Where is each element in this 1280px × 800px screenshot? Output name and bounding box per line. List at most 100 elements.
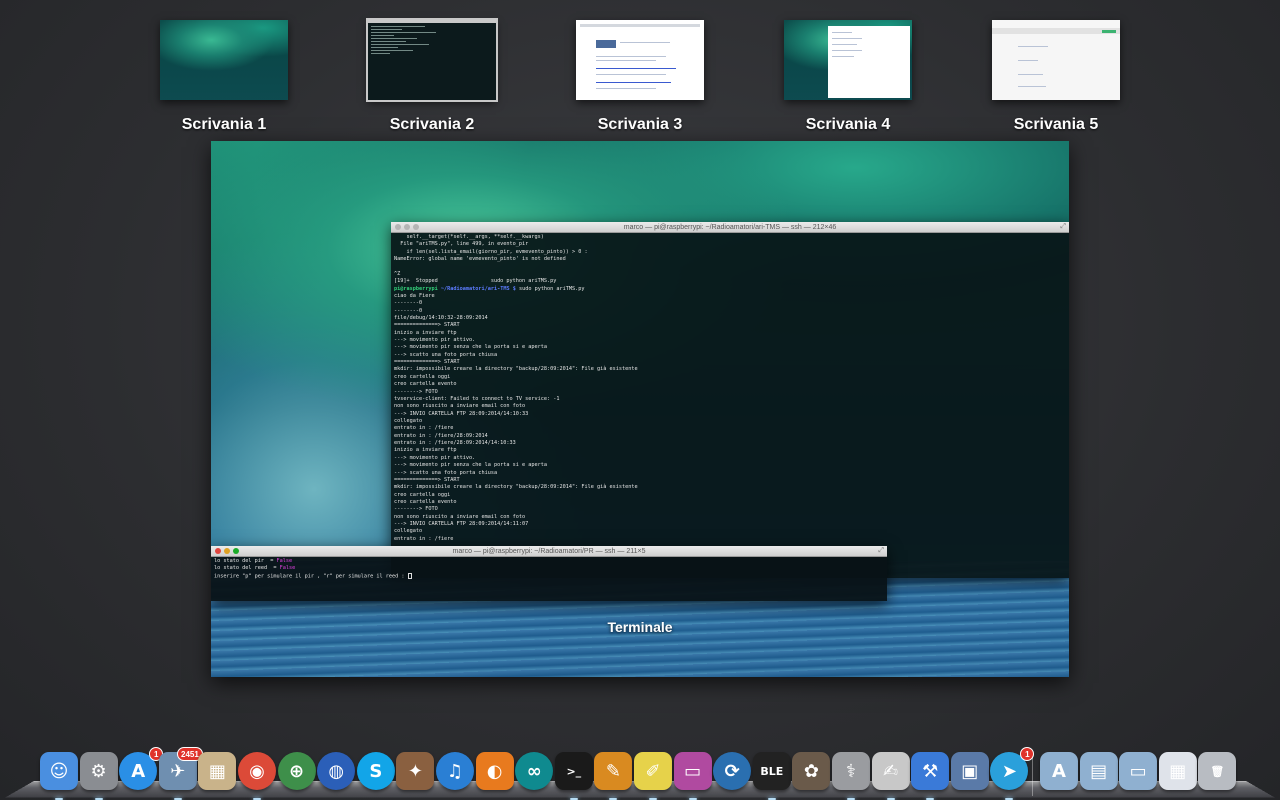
- terminal-output-main[interactable]: self.__target(*self.__args, **self.__kwa…: [391, 233, 1069, 578]
- mail-glyph: ✈: [170, 760, 186, 782]
- joystick-glyph: ✦: [407, 760, 423, 782]
- terminal-line: --------> FOTO: [394, 388, 438, 395]
- stickies-glyph: ✐: [645, 760, 661, 782]
- ble-glyph: BLE: [760, 764, 784, 778]
- terminal-line: inizio a inviare ftp: [394, 329, 457, 336]
- finder-icon[interactable]: ☺: [40, 752, 78, 790]
- applications-folder-glyph: A: [1052, 760, 1066, 782]
- app-store-icon[interactable]: A1: [119, 747, 164, 790]
- display-glyph: ▭: [684, 760, 702, 782]
- space-1[interactable]: Scrivania 1: [159, 20, 289, 134]
- preview-glyph: ▦: [208, 760, 226, 782]
- terminal-output-small[interactable]: lo stato del pir = False lo stato del re…: [211, 557, 887, 601]
- sync-icon[interactable]: ⟳: [713, 752, 752, 790]
- chrome-icon[interactable]: ◉: [238, 752, 276, 790]
- terminal-titlebar-small[interactable]: marco — pi@raspberrypi: ~/Radioamatori/P…: [211, 546, 887, 557]
- space-1-thumbnail[interactable]: [160, 20, 288, 100]
- space-4-label: Scrivania 4: [805, 116, 891, 133]
- terminal-line: creo cartella evento: [394, 498, 457, 505]
- applications-folder-icon[interactable]: A: [1040, 752, 1078, 790]
- downloads-folder-icon[interactable]: ▭: [1119, 752, 1158, 790]
- disk-utility-glyph: ⚕: [846, 760, 856, 782]
- space-5[interactable]: Scrivania 5: [991, 20, 1121, 134]
- terminal-titlebar-main[interactable]: marco — pi@raspberrypi: ~/Radioamatori/a…: [391, 222, 1069, 233]
- script-editor-icon[interactable]: ✍: [871, 752, 910, 790]
- terminal-line: ==============> START: [394, 322, 460, 329]
- window-label: Terminale: [607, 619, 673, 635]
- arduino-glyph: ∞: [526, 760, 542, 782]
- documents-folder-icon[interactable]: ▤: [1079, 752, 1118, 790]
- documents-folder-glyph: ▤: [1090, 760, 1108, 782]
- space-3-label: Scrivania 3: [597, 116, 683, 133]
- disk-utility-icon[interactable]: ⚕: [832, 752, 870, 790]
- fullscreen-icon[interactable]: ⤢: [1060, 223, 1066, 231]
- gimp-icon[interactable]: ✿: [792, 752, 831, 790]
- terminal-title-small: marco — pi@raspberrypi: ~/Radioamatori/P…: [452, 548, 646, 555]
- terminal-line: lo stato del reed = False: [214, 565, 296, 572]
- terminal-line: tvservice-client: Failed to connect to T…: [394, 395, 560, 402]
- terminal-glyph: >_: [566, 764, 582, 778]
- terminal-line: creo cartella oggi: [394, 491, 451, 498]
- arduino-icon[interactable]: ∞: [515, 752, 554, 790]
- screenshot-stack-icon[interactable]: ▦: [1158, 752, 1197, 790]
- space-2[interactable]: Scrivania 2: [366, 18, 498, 134]
- ble-icon[interactable]: BLE: [752, 752, 791, 790]
- globe-glyph: ⊕: [289, 760, 305, 782]
- terminal-line: --------> FOTO: [394, 506, 438, 513]
- terminal-line: entrato in : /fiere: [394, 535, 454, 542]
- xcode-icon[interactable]: ⚒: [911, 752, 950, 790]
- itunes-icon[interactable]: ♫: [436, 752, 474, 790]
- blender-glyph: ◐: [486, 760, 503, 782]
- terminal-line: NameError: global name 'evmevento_pinto'…: [394, 256, 566, 263]
- desktop-preview: marco — pi@raspberrypi: ~/Radioamatori/a…: [211, 141, 1069, 677]
- terminal-line: self.__target(*self.__args, **self.__kwa…: [394, 234, 544, 240]
- globe-icon[interactable]: ⊕: [277, 752, 316, 790]
- terminal-line: ---> movimento pir attivo.: [394, 454, 476, 461]
- joystick-icon[interactable]: ✦: [396, 752, 435, 790]
- terminal-icon[interactable]: >_: [554, 752, 593, 790]
- system-preferences-icon[interactable]: ⚙: [79, 752, 118, 790]
- space-4-thumbnail[interactable]: [784, 20, 912, 100]
- blender-icon[interactable]: ◐: [475, 752, 514, 790]
- display-icon[interactable]: ▭: [673, 752, 712, 790]
- preview-icon[interactable]: ▦: [198, 752, 237, 790]
- fullscreen-icon[interactable]: ⤢: [878, 547, 884, 555]
- terminal-line: ---> movimento pir senza che la porta si…: [394, 462, 548, 469]
- terminal-line: mkdir: impossibile creare la directory "…: [394, 484, 638, 491]
- terminal-line: collegato: [394, 417, 423, 424]
- skype-icon[interactable]: S: [356, 752, 395, 790]
- terminal-line: file/debug/14:10:32-28:09:2014: [394, 314, 488, 321]
- sync-glyph: ⟳: [724, 760, 740, 782]
- space-3[interactable]: Scrivania 3: [575, 20, 705, 134]
- itunes-glyph: ♫: [446, 760, 464, 782]
- terminal-window-small[interactable]: marco — pi@raspberrypi: ~/Radioamatori/P…: [211, 546, 887, 601]
- textedit-icon[interactable]: ✎: [594, 752, 633, 790]
- chrome-glyph: ◉: [249, 760, 265, 782]
- terminal-line: ---> INVIO CARTELLA FTP 28:09:2014/14:10…: [394, 410, 529, 417]
- script-editor-glyph: ✍: [883, 760, 899, 782]
- terminal-line: mkdir: impossibile creare la directory "…: [394, 366, 638, 373]
- space-2-thumbnail[interactable]: [366, 18, 498, 102]
- terminal-line: [19]+ Stopped sudo python ariTMS.py: [394, 278, 557, 285]
- trash-icon[interactable]: 🗑: [1198, 752, 1237, 790]
- terminal-line: entrato in : /fiere/28:09:2014/14:10:33: [394, 440, 516, 447]
- trash-glyph: 🗑: [1210, 764, 1225, 778]
- terminal-line: entrato in : /fiere: [394, 425, 454, 432]
- finder-glyph: ☺: [49, 760, 69, 782]
- space-4[interactable]: Scrivania 4: [783, 20, 913, 134]
- terminal-line: ^Z: [394, 270, 401, 277]
- terminal-line: inserire "p" per simulare il pir , "r" p…: [214, 572, 884, 580]
- terminal-title-main: marco — pi@raspberrypi: ~/Radioamatori/a…: [623, 224, 837, 231]
- mail-icon[interactable]: ✈ 2451: [158, 747, 203, 790]
- space-3-thumbnail[interactable]: [576, 20, 704, 100]
- stickies-icon[interactable]: ✐: [634, 752, 672, 790]
- terminal-line: creo cartella evento: [394, 381, 457, 388]
- terminal-line: --------0: [394, 307, 423, 314]
- terminal-line: ciao da Fiere: [394, 292, 435, 299]
- google-earth-icon[interactable]: ◍: [317, 752, 356, 790]
- photos-icon[interactable]: ▣: [950, 752, 989, 790]
- space-5-thumbnail[interactable]: [992, 20, 1120, 100]
- terminal-line: collegato: [394, 528, 423, 535]
- terminal-window-main[interactable]: marco — pi@raspberrypi: ~/Radioamatori/a…: [391, 222, 1069, 578]
